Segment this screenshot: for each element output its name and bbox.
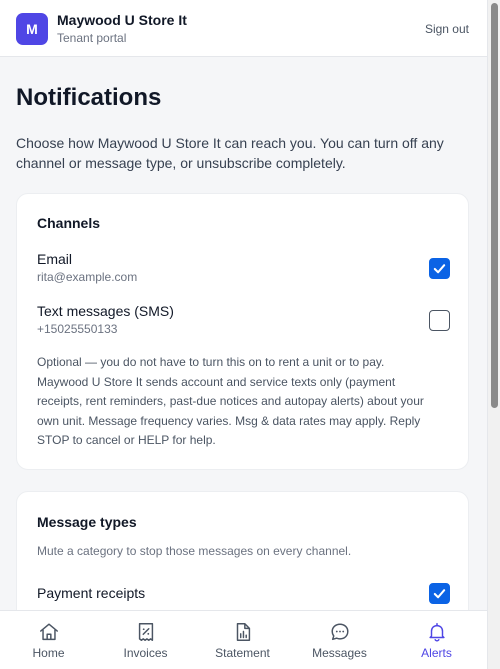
nav-label-invoices: Invoices [123,646,168,660]
sms-channel-label: Text messages (SMS) [37,303,174,319]
message-types-description: Mute a category to stop those messages o… [37,544,352,558]
nav-label-alerts: Alerts [421,646,452,660]
payment-receipts-checkbox[interactable] [429,583,450,604]
payment-receipts-label: Payment receipts [37,585,146,601]
checkmark-icon [433,589,446,599]
statement-icon [236,623,251,641]
store-logo: M [16,13,48,45]
channels-title: Channels [37,215,101,231]
nav-item-alerts[interactable]: Alerts [388,611,485,669]
email-checkbox[interactable] [429,258,450,279]
page-scrollbar[interactable] [487,0,500,669]
email-address: rita@example.com [37,270,138,284]
sign-out-button[interactable]: Sign out [425,22,469,36]
main-content: Notifications Choose how Maywood U Store… [0,57,487,610]
sms-phone-number: +15025550133 [37,322,118,336]
message-types-card: Message types Mute a category to stop th… [16,491,469,610]
email-channel-label: Email [37,251,73,267]
nav-label-messages: Messages [312,646,367,660]
home-icon [40,623,58,641]
scrollbar-thumb[interactable] [491,3,498,408]
invoice-icon [138,623,154,641]
nav-item-home[interactable]: Home [0,611,97,669]
channels-card: Channels Email rita@example.com Text mes… [16,193,469,470]
checkmark-icon [433,264,446,274]
nav-item-messages[interactable]: Messages [291,611,388,669]
chat-icon [331,623,349,641]
bottom-navigation: Home Invoices Statement Messages Alerts [0,610,487,669]
sms-checkbox[interactable] [429,310,450,331]
store-name: Maywood U Store It [57,12,187,28]
app-header: M Maywood U Store It Tenant portal Sign … [0,0,487,57]
sms-disclosure-note: Optional — you do not have to turn this … [37,355,424,447]
nav-label-home: Home [32,646,65,660]
page-title: Notifications [16,84,162,111]
message-types-title: Message types [37,514,137,530]
nav-item-invoices[interactable]: Invoices [97,611,194,669]
nav-label-statement: Statement [215,646,270,660]
page-intro: Choose how Maywood U Store It can reach … [16,135,444,171]
portal-subtitle: Tenant portal [57,31,127,45]
bell-icon [429,623,445,642]
nav-item-statement[interactable]: Statement [194,611,291,669]
